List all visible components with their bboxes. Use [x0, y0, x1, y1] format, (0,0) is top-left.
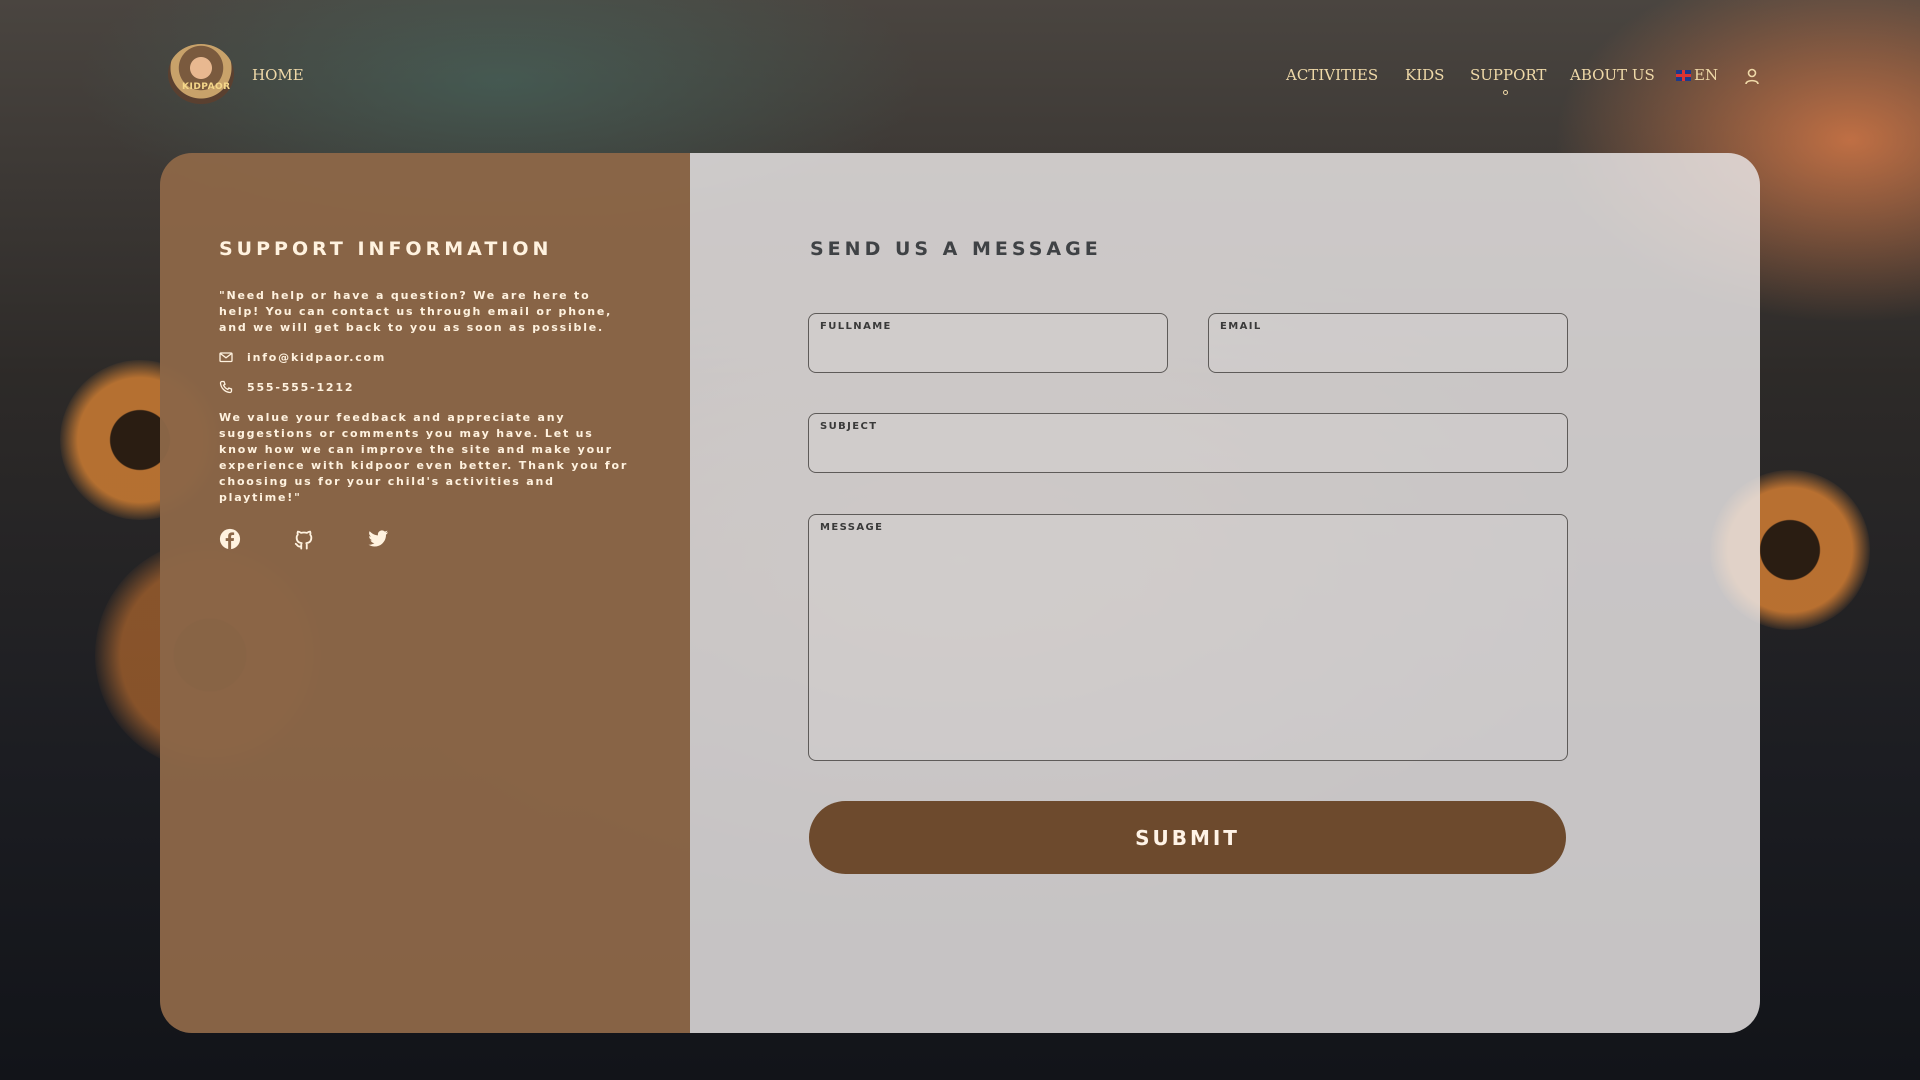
- subject-input[interactable]: [820, 440, 1556, 466]
- fullname-label: FULLNAME: [820, 321, 892, 332]
- logo-text: KIDPAOR: [182, 82, 231, 92]
- email-field[interactable]: EMAIL: [1208, 313, 1568, 373]
- support-information-panel: SUPPORT INFORMATION "Need help or have a…: [160, 153, 690, 1033]
- message-field[interactable]: MESSAGE: [808, 514, 1568, 761]
- support-card: SUPPORT INFORMATION "Need help or have a…: [160, 153, 1760, 1033]
- contact-email[interactable]: info@kidpaor.com: [247, 351, 386, 364]
- phone-icon: [219, 380, 233, 394]
- subject-field[interactable]: SUBJECT: [808, 413, 1568, 473]
- contact-phone-row[interactable]: 555-555-1212: [219, 380, 632, 394]
- feedback-text: We value your feedback and appreciate an…: [219, 411, 629, 504]
- form-title: SEND US A MESSAGE: [810, 238, 1102, 260]
- message-textarea[interactable]: [820, 545, 1556, 750]
- uk-flag-icon: [1676, 69, 1691, 81]
- language-selector[interactable]: EN: [1676, 66, 1718, 84]
- facebook-icon[interactable]: [219, 528, 241, 550]
- subject-label: SUBJECT: [820, 421, 878, 432]
- twitter-icon[interactable]: [367, 528, 389, 550]
- message-label: MESSAGE: [820, 522, 884, 533]
- fullname-input[interactable]: [820, 340, 1156, 366]
- support-information-title: SUPPORT INFORMATION: [219, 238, 553, 260]
- github-icon[interactable]: [293, 528, 315, 550]
- nav-about-link[interactable]: ABOUT US: [1570, 66, 1655, 84]
- language-code: EN: [1694, 66, 1719, 84]
- active-nav-indicator: [1503, 90, 1508, 95]
- mail-icon: [219, 352, 233, 363]
- fullname-field[interactable]: FULLNAME: [808, 313, 1168, 373]
- nav-support-link[interactable]: SUPPORT: [1470, 66, 1546, 84]
- nav-kids-link[interactable]: KIDS: [1405, 66, 1444, 84]
- contact-email-row[interactable]: info@kidpaor.com: [219, 350, 632, 364]
- nav-activities-link[interactable]: ACTIVITIES: [1286, 66, 1378, 84]
- contact-form-panel: SEND US A MESSAGE FULLNAME EMAIL SUBJECT…: [690, 153, 1760, 1033]
- nav-home-link[interactable]: HOME: [252, 66, 304, 84]
- contact-phone[interactable]: 555-555-1212: [247, 381, 354, 394]
- kidpaor-logo[interactable]: KIDPAOR: [168, 44, 234, 104]
- email-label: EMAIL: [1220, 321, 1262, 332]
- social-links: [219, 528, 632, 550]
- top-navigation: KIDPAOR HOME ACTIVITIES KIDS SUPPORT ABO…: [0, 0, 1920, 150]
- submit-button[interactable]: SUBMIT: [809, 801, 1566, 874]
- email-input[interactable]: [1220, 340, 1556, 366]
- user-account-icon[interactable]: [1744, 67, 1760, 85]
- support-intro-text: "Need help or have a question? We are he…: [219, 289, 613, 334]
